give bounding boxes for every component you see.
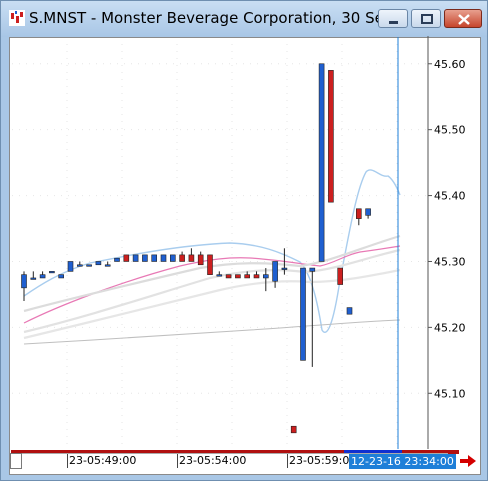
candle-bull xyxy=(151,254,157,262)
arrow-right-icon[interactable] xyxy=(458,454,478,468)
price-chart[interactable]: 45.10 45.20 45.30 45.40 45.50 45.60 xyxy=(0,0,488,481)
price-tick-label: 45.10 xyxy=(434,387,466,400)
time-tick xyxy=(67,454,68,468)
candle-bull xyxy=(104,264,111,267)
candle-bull xyxy=(309,267,316,272)
candle-bull xyxy=(58,274,65,279)
candle-bear xyxy=(355,208,362,219)
time-axis-label: 23-05:54:00 xyxy=(179,454,247,467)
price-tick-label: 45.30 xyxy=(434,255,466,268)
candle-bull xyxy=(67,261,74,272)
price-tick-label: 45.50 xyxy=(434,124,466,137)
candle-bull xyxy=(77,264,83,267)
candle-bull xyxy=(216,274,223,277)
time-tick xyxy=(287,454,288,468)
candle-bear xyxy=(188,254,195,262)
candle-bull xyxy=(114,257,120,262)
candle-bull xyxy=(132,254,139,262)
candle-bull xyxy=(365,208,371,216)
time-tick xyxy=(177,454,178,468)
cursor-time-label: 12-23-16 23:34:00 xyxy=(349,454,456,469)
candle-bear xyxy=(179,254,185,262)
candle-bull xyxy=(30,277,37,280)
candle-bull xyxy=(39,274,46,279)
candle-bull xyxy=(318,63,325,262)
candle-bear xyxy=(225,274,232,279)
candle-bull xyxy=(21,274,27,289)
candle-bull xyxy=(49,271,55,274)
candle-bull xyxy=(142,254,148,262)
candle-bull xyxy=(272,261,278,282)
candle-bear xyxy=(207,254,213,275)
candle-bear xyxy=(235,274,241,279)
price-axis-labels: 45.10 45.20 45.30 45.40 45.50 45.60 xyxy=(428,58,466,400)
ma-light-blue-line xyxy=(23,169,401,333)
candle-bull xyxy=(86,264,92,267)
ma-light-gray-3 xyxy=(23,268,401,340)
candle-bear xyxy=(123,254,130,262)
candle-bear xyxy=(253,274,260,279)
candle-bull xyxy=(160,254,167,262)
candle-bear xyxy=(290,425,297,434)
chart-corner-box[interactable] xyxy=(10,453,22,469)
time-axis-label: 23-05:59:00 xyxy=(289,454,357,467)
grid xyxy=(12,44,427,446)
candle-bear xyxy=(244,274,250,279)
candles xyxy=(21,63,371,434)
time-axis-label: 23-05:49:00 xyxy=(69,454,137,467)
candle-bull xyxy=(300,267,306,361)
price-tick-label: 45.40 xyxy=(434,190,466,203)
candle-bull xyxy=(346,307,353,315)
candle-bull xyxy=(170,254,176,262)
candle-bear xyxy=(337,267,344,285)
candle-bull xyxy=(262,274,269,279)
candle-bear xyxy=(197,254,204,266)
candle-bull xyxy=(281,267,288,270)
price-tick-label: 45.20 xyxy=(434,321,466,334)
candle-bear xyxy=(328,70,334,203)
candle-bull xyxy=(95,261,102,266)
price-tick-label: 45.60 xyxy=(434,58,466,71)
